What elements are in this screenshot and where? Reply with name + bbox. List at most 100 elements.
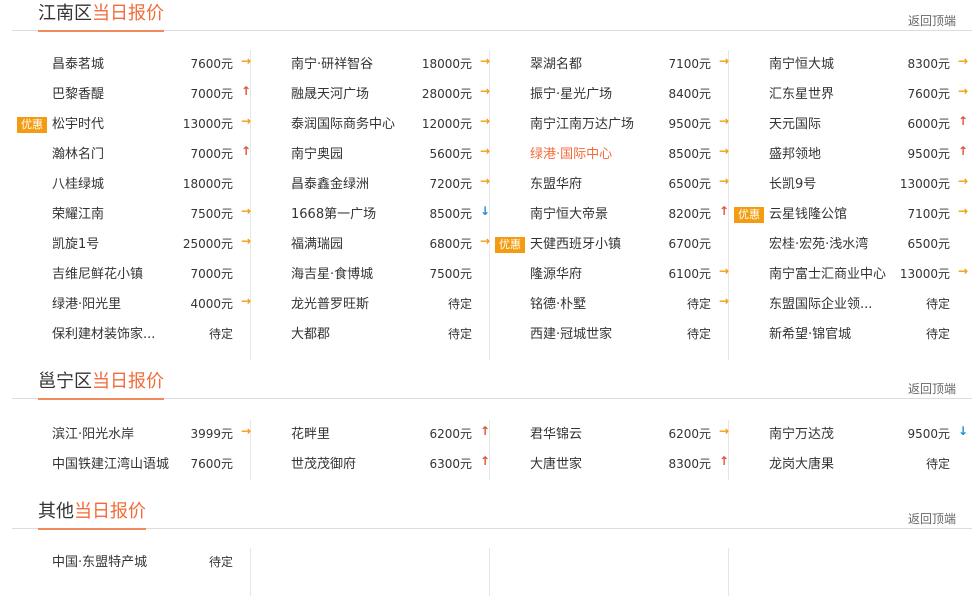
property-price: 7500元 [190, 207, 233, 221]
property-link[interactable]: 南宁·研祥智谷 [291, 57, 373, 73]
property-price: 6000元 [907, 117, 950, 131]
back-to-top-link[interactable]: 返回顶端 [908, 510, 956, 527]
property-link[interactable]: 天元国际 [769, 117, 821, 133]
section-title-highlight: 当日报价 [92, 371, 164, 392]
property-link[interactable]: 盛邦领地 [769, 147, 821, 163]
property-price: 6200元 [429, 427, 472, 441]
property-link[interactable]: 南宁恒大帝景 [530, 207, 608, 223]
property-link[interactable]: 昌泰茗城 [52, 57, 104, 73]
back-to-top-link[interactable]: 返回顶端 [908, 380, 956, 397]
property-price: 7600元 [907, 87, 950, 101]
property-link[interactable]: 南宁万达茂 [769, 427, 834, 443]
property-link[interactable]: 凯旋1号 [52, 237, 99, 253]
property-link[interactable]: 中国铁建江湾山语城 [52, 457, 169, 473]
property-price: 待定 [447, 327, 472, 341]
property-price: 25000元 [182, 237, 233, 251]
property-price: 6800元 [429, 237, 472, 251]
price-flat-arrow-icon: → [480, 234, 491, 248]
property-price: 7200元 [429, 177, 472, 191]
property-link[interactable]: 君华锦云 [530, 427, 582, 443]
property-link[interactable]: 龙光普罗旺斯 [291, 297, 369, 313]
property-price: 13000元 [899, 267, 950, 281]
property-link[interactable]: 保利建材装饰家... [52, 327, 155, 343]
property-link[interactable]: 海吉星·食博城 [291, 267, 373, 283]
property-link[interactable]: 西建·冠城世家 [530, 327, 612, 343]
property-price: 9500元 [907, 427, 950, 441]
price-flat-arrow-icon: → [958, 204, 969, 218]
section-columns: 滨江·阳光水岸 3999元 → 中国铁建江湾山语城 7600元 花畔里 6200元 ↑ 世茂茂御… [12, 420, 972, 480]
price-flat-arrow-icon: → [241, 204, 252, 218]
property-link[interactable]: 南宁恒大城 [769, 57, 834, 73]
property-link[interactable]: 吉维尼鲜花小镇 [52, 267, 143, 283]
property-link[interactable]: 翠湖名都 [530, 57, 582, 73]
property-link[interactable]: 南宁江南万达广场 [530, 117, 634, 133]
price-down-arrow-icon: ↓ [958, 424, 969, 438]
property-price: 7000元 [190, 87, 233, 101]
discount-badge: 优惠 [734, 207, 764, 223]
price-flat-arrow-icon: → [241, 294, 252, 308]
property-link[interactable]: 天健西班牙小镇 [530, 237, 621, 253]
price-column [729, 548, 967, 596]
property-link[interactable]: 隆源华府 [530, 267, 582, 283]
discount-badge: 优惠 [495, 237, 525, 253]
section-header: 江南区当日报价 返回顶端 [12, 0, 972, 32]
property-link[interactable]: 福满瑞园 [291, 237, 343, 253]
property-link[interactable]: 绿港·国际中心 [530, 147, 612, 163]
price-flat-arrow-icon: → [719, 294, 730, 308]
section-title-prefix: 江南区 [38, 3, 92, 24]
property-link[interactable]: 长凯9号 [769, 177, 816, 193]
section-title: 江南区当日报价 [38, 2, 164, 32]
price-down-arrow-icon: ↓ [480, 204, 491, 218]
property-link[interactable]: 东盟华府 [530, 177, 582, 193]
property-price: 13000元 [899, 177, 950, 191]
property-price: 6500元 [668, 177, 711, 191]
property-link[interactable]: 滨江·阳光水岸 [52, 427, 134, 443]
property-link[interactable]: 巴黎香醍 [52, 87, 104, 103]
property-link[interactable]: 花畔里 [291, 427, 330, 443]
section-header: 其他当日报价 返回顶端 [12, 498, 972, 530]
property-price: 28000元 [421, 87, 472, 101]
property-link[interactable]: 云星钱隆公馆 [769, 207, 847, 223]
property-link[interactable]: 振宁·星光广场 [530, 87, 612, 103]
section-header: 邕宁区当日报价 返回顶端 [12, 368, 972, 400]
property-link[interactable]: 东盟国际企业领... [769, 297, 872, 313]
property-price: 7000元 [190, 267, 233, 281]
property-link[interactable]: 昌泰鑫金绿洲 [291, 177, 369, 193]
property-link[interactable]: 大都郡 [291, 327, 330, 343]
property-link[interactable]: 世茂茂御府 [291, 457, 356, 473]
property-link[interactable]: 瀚林名门 [52, 147, 104, 163]
price-flat-arrow-icon: → [241, 54, 252, 68]
price-flat-arrow-icon: → [719, 114, 730, 128]
property-price: 待定 [925, 457, 950, 471]
property-link[interactable]: 荣耀江南 [52, 207, 104, 223]
section-title-highlight: 当日报价 [74, 501, 146, 522]
property-link[interactable]: 融晟天河广场 [291, 87, 369, 103]
property-price: 7600元 [190, 57, 233, 71]
property-price: 7100元 [668, 57, 711, 71]
property-link[interactable]: 宏桂·宏苑·浅水湾 [769, 237, 868, 253]
property-link[interactable]: 汇东星世界 [769, 87, 834, 103]
property-price: 6300元 [429, 457, 472, 471]
property-link[interactable]: 新希望·锦官城 [769, 327, 851, 343]
property-price: 待定 [447, 297, 472, 311]
property-link[interactable]: 绿港·阳光里 [52, 297, 121, 313]
price-flat-arrow-icon: → [958, 264, 969, 278]
back-to-top-link[interactable]: 返回顶端 [908, 12, 956, 29]
property-price: 12000元 [421, 117, 472, 131]
property-price: 待定 [208, 327, 233, 341]
property-link[interactable]: 铭德·朴墅 [530, 297, 586, 313]
price-flat-arrow-icon: → [958, 174, 969, 188]
property-link[interactable]: 八桂绿城 [52, 177, 104, 193]
property-link[interactable]: 大唐世家 [530, 457, 582, 473]
price-up-arrow-icon: ↑ [480, 454, 491, 468]
property-link[interactable]: 泰润国际商务中心 [291, 117, 395, 133]
property-link[interactable]: 松宇时代 [52, 117, 104, 133]
property-link[interactable]: 1668第一广场 [291, 207, 376, 223]
property-link[interactable]: 南宁富士汇商业中心 [769, 267, 886, 283]
property-link[interactable]: 中国·东盟特产城 [52, 555, 147, 571]
section-title-prefix: 邕宁区 [38, 371, 92, 392]
property-price: 待定 [686, 297, 711, 311]
property-price: 待定 [686, 327, 711, 341]
property-link[interactable]: 龙岗大唐果 [769, 457, 834, 473]
property-link[interactable]: 南宁奥园 [291, 147, 343, 163]
